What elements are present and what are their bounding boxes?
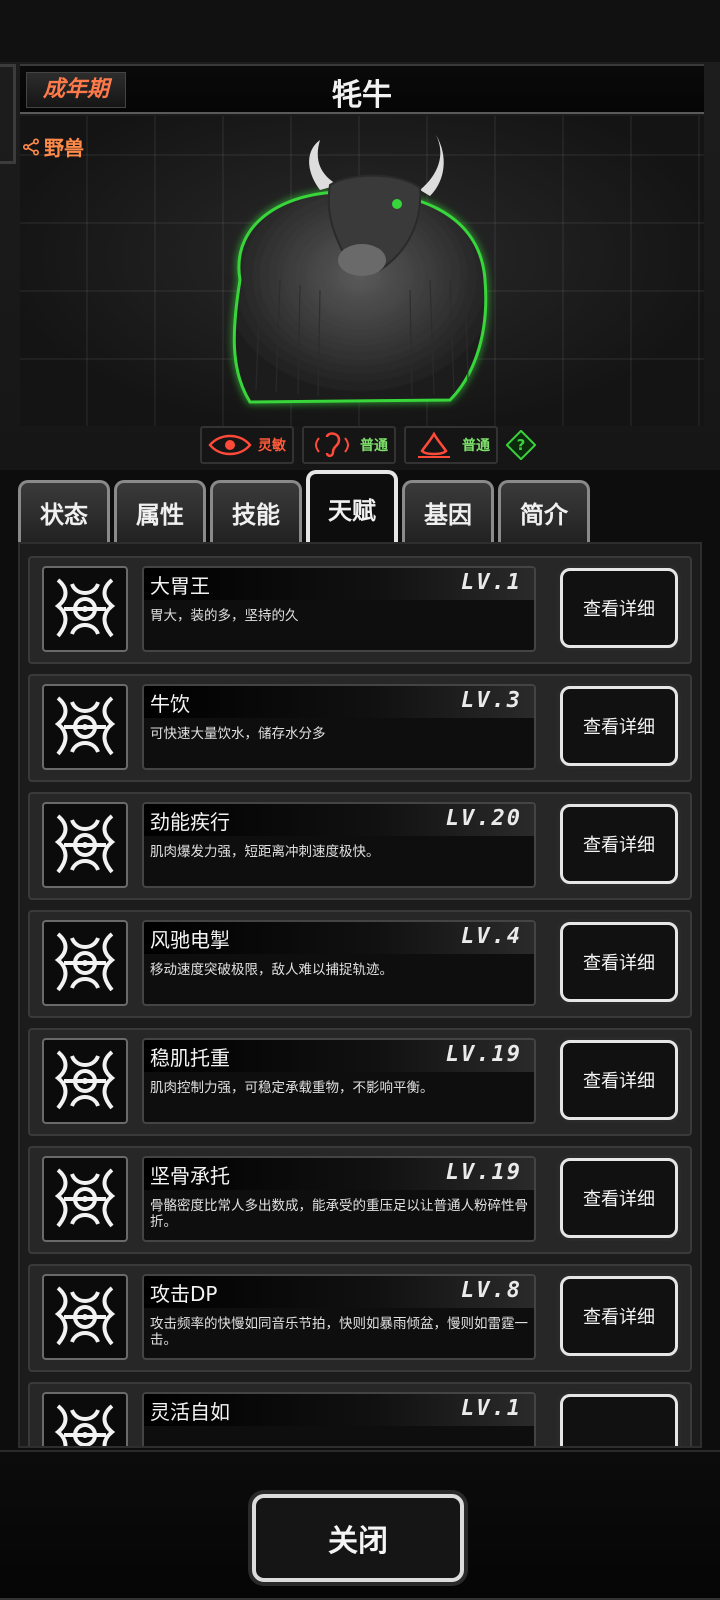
talent-rune-icon	[42, 566, 128, 652]
talent-rune-icon	[42, 802, 128, 888]
talent-list[interactable]: 大胃王 LV.1 胃大，装的多，坚持的久 查看详细 牛饮 LV.3 可快速大量饮水，储存水分…	[18, 542, 702, 1448]
talent-header: 劲能疾行 LV.20	[144, 804, 534, 836]
view-detail-button[interactable]: 查看详细	[560, 568, 678, 648]
talent-name: 劲能疾行	[150, 810, 230, 834]
title-bar: 成年期 牦牛	[20, 64, 704, 114]
tab-talents[interactable]: 天赋	[306, 470, 398, 542]
view-detail-button[interactable]: 查看详细	[560, 1040, 678, 1120]
talent-description: 移动速度突破极限，敌人难以捕捉轨迹。	[150, 962, 393, 978]
eye-icon	[208, 434, 252, 456]
trait-smell-label: 普通	[462, 438, 490, 454]
animal-name: 牦牛	[332, 78, 392, 113]
talent-name: 坚骨承托	[150, 1164, 230, 1188]
talent-name: 灵活自如	[150, 1400, 230, 1424]
talent-level: LV.1	[461, 1396, 522, 1421]
tab-status[interactable]: 状态	[18, 480, 110, 542]
talent-info: 坚骨承托 LV.19 骨骼密度比常人多出数成，能承受的重压足以让普通人粉碎性骨折。	[142, 1156, 536, 1242]
tab-intro[interactable]: 简介	[498, 480, 590, 542]
top-strip	[0, 0, 720, 62]
talent-info: 灵活自如 LV.1	[142, 1392, 536, 1446]
talent-card: 劲能疾行 LV.20 肌肉爆发力强，短距离冲刺速度极快。 查看详细	[28, 792, 692, 900]
talent-info: 牛饮 LV.3 可快速大量饮水，储存水分多	[142, 684, 536, 770]
talent-card: 坚骨承托 LV.19 骨骼密度比常人多出数成，能承受的重压足以让普通人粉碎性骨折。查…	[28, 1146, 692, 1254]
talent-list-scroll: 大胃王 LV.1 胃大，装的多，坚持的久 查看详细 牛饮 LV.3 可快速大量饮水，储存水分…	[20, 544, 700, 1446]
share-icon	[22, 137, 40, 156]
view-detail-button[interactable]: 查看详细	[560, 922, 678, 1002]
trait-sight-label: 灵敏	[258, 438, 286, 454]
talent-card: 灵活自如 LV.1	[28, 1382, 692, 1446]
talent-name: 大胃王	[150, 574, 210, 598]
talent-level: LV.4	[461, 924, 522, 949]
talent-description: 可快速大量饮水，储存水分多	[150, 726, 326, 742]
tab-genes[interactable]: 基因	[402, 480, 494, 542]
talent-description: 胃大，装的多，坚持的久	[150, 608, 299, 624]
bottom-bar: 关闭	[0, 1450, 720, 1600]
talent-rune-icon	[42, 1392, 128, 1446]
talent-header: 灵活自如 LV.1	[144, 1394, 534, 1426]
talent-header: 牛饮 LV.3	[144, 686, 534, 718]
talent-card: 稳肌托重 LV.19 肌肉控制力强，可稳定承载重物，不影响平衡。 查看详细	[28, 1028, 692, 1136]
talent-name: 稳肌托重	[150, 1046, 230, 1070]
svg-text:?: ?	[517, 436, 526, 454]
talent-header: 大胃王 LV.1	[144, 568, 534, 600]
talent-description	[144, 1426, 534, 1434]
talent-level: LV.19	[445, 1042, 522, 1067]
talent-name: 牛饮	[150, 692, 190, 716]
view-detail-button[interactable]: 查看详细	[560, 1276, 678, 1356]
trait-smell[interactable]: 普通	[404, 426, 498, 464]
talent-card: 大胃王 LV.1 胃大，装的多，坚持的久 查看详细	[28, 556, 692, 664]
view-detail-button[interactable]: 查看详细	[560, 804, 678, 884]
category-tag[interactable]: 野兽	[22, 132, 84, 161]
talent-description: 攻击频率的快慢如同音乐节拍，快则如暴雨倾盆，慢则如雷霆一击。	[150, 1316, 528, 1348]
nose-icon	[418, 431, 450, 458]
animal-header-panel: 成年期 牦牛 野兽 灵敏 普通 普通 ?	[0, 0, 720, 470]
ear-icon	[315, 432, 349, 458]
tab-bar: 状态 属性 技能 天赋 基因 简介	[18, 470, 590, 542]
sense-traits: 灵敏 普通 普通 ?	[200, 426, 536, 464]
talent-description: 肌肉爆发力强，短距离冲刺速度极快。	[150, 844, 380, 860]
side-bracket	[0, 64, 16, 164]
trait-hearing[interactable]: 普通	[302, 426, 396, 464]
view-detail-button[interactable]: 查看详细	[560, 686, 678, 766]
talent-header: 风驰电掣 LV.4	[144, 922, 534, 954]
talent-info: 劲能疾行 LV.20 肌肉爆发力强，短距离冲刺速度极快。	[142, 802, 536, 888]
talent-header: 攻击DP LV.8	[144, 1276, 534, 1308]
talent-level: LV.3	[461, 688, 522, 713]
view-detail-button[interactable]	[560, 1394, 678, 1446]
talent-info: 攻击DP LV.8 攻击频率的快慢如同音乐节拍，快则如暴雨倾盆，慢则如雷霆一击。	[142, 1274, 536, 1360]
talent-header: 坚骨承托 LV.19	[144, 1158, 534, 1190]
talent-rune-icon	[42, 920, 128, 1006]
talent-rune-icon	[42, 684, 128, 770]
talent-name: 攻击DP	[150, 1282, 218, 1306]
talent-info: 稳肌托重 LV.19 肌肉控制力强，可稳定承载重物，不影响平衡。	[142, 1038, 536, 1124]
talent-description: 骨骼密度比常人多出数成，能承受的重压足以让普通人粉碎性骨折。	[150, 1198, 528, 1230]
close-button[interactable]: 关闭	[252, 1494, 464, 1582]
tab-attributes[interactable]: 属性	[114, 480, 206, 542]
talent-rune-icon	[42, 1156, 128, 1242]
talent-card: 攻击DP LV.8 攻击频率的快慢如同音乐节拍，快则如暴雨倾盆，慢则如雷霆一击。 查看…	[28, 1264, 692, 1372]
talent-level: LV.8	[461, 1278, 522, 1303]
talent-rune-icon	[42, 1274, 128, 1360]
talent-level: LV.1	[461, 570, 522, 595]
talent-rune-icon	[42, 1038, 128, 1124]
talent-info: 大胃王 LV.1 胃大，装的多，坚持的久	[142, 566, 536, 652]
talent-level: LV.20	[445, 806, 522, 831]
talent-name: 风驰电掣	[150, 928, 230, 952]
talent-level: LV.19	[445, 1160, 522, 1185]
view-detail-button[interactable]: 查看详细	[560, 1158, 678, 1238]
category-label: 野兽	[44, 136, 84, 160]
trait-hearing-label: 普通	[360, 438, 388, 454]
talent-card: 牛饮 LV.3 可快速大量饮水，储存水分多 查看详细	[28, 674, 692, 782]
talent-info: 风驰电掣 LV.4 移动速度突破极限，敌人难以捕捉轨迹。	[142, 920, 536, 1006]
help-diamond-icon[interactable]: ?	[506, 430, 536, 460]
trait-sight[interactable]: 灵敏	[200, 426, 294, 464]
talent-header: 稳肌托重 LV.19	[144, 1040, 534, 1072]
talent-description: 肌肉控制力强，可稳定承载重物，不影响平衡。	[150, 1080, 434, 1096]
yak-illustration	[232, 135, 488, 404]
tab-skills[interactable]: 技能	[210, 480, 302, 542]
talent-card: 风驰电掣 LV.4 移动速度突破极限，敌人难以捕捉轨迹。 查看详细	[28, 910, 692, 1018]
